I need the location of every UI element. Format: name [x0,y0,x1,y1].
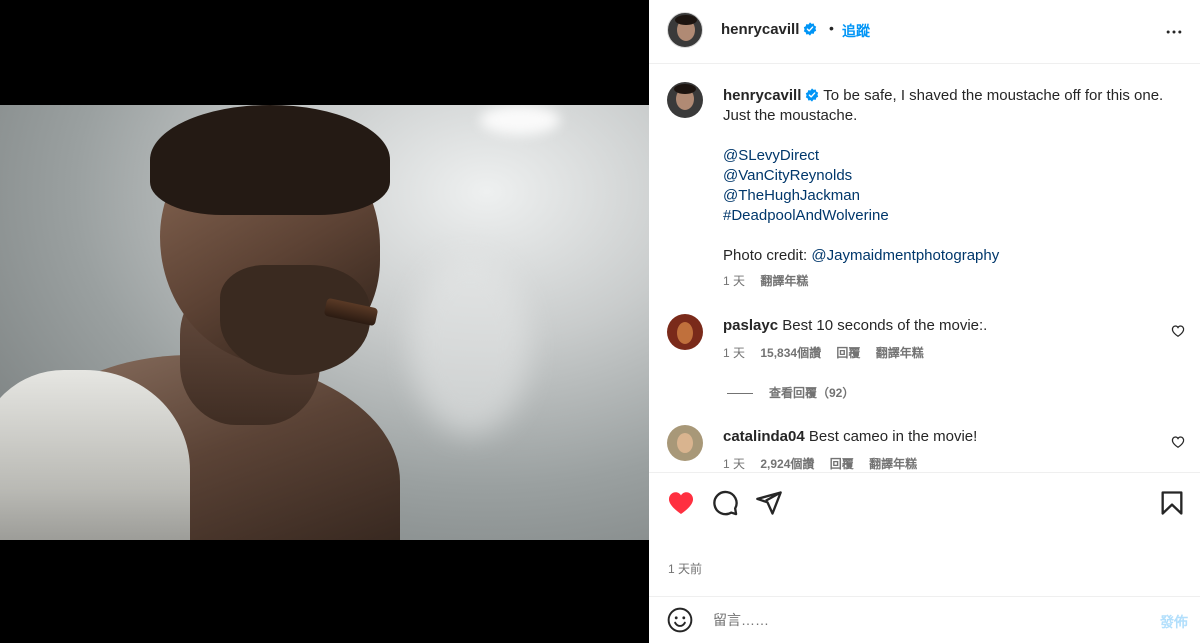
comment-reply-button[interactable]: 回覆 [836,346,860,360]
verified-badge-icon [804,22,817,36]
comment-text: paslayc Best 10 seconds of the movie:. [723,317,987,334]
post-media-pane [0,0,649,643]
commenter-avatar[interactable] [667,425,703,461]
heart-filled-icon[interactable] [667,489,695,517]
comment-reply-button[interactable]: 回覆 [830,457,854,471]
avatar-hair [674,84,696,94]
comment-like-icon[interactable] [1171,324,1185,338]
emoji-icon[interactable] [667,607,693,633]
comment-likes[interactable]: 2,924個讚 [760,457,814,471]
author-avatar[interactable] [667,12,703,48]
avatar-face [677,433,693,453]
caption-translate-button[interactable]: 翻譯年糕 [760,274,808,288]
comment-likes[interactable]: 15,834個讚 [760,346,821,360]
comment-body: Best cameo in the movie! [808,428,978,445]
view-replies-label: 查看回覆（92） [769,386,855,400]
caption-text: henrycavill To be safe, I shaved the mou… [723,86,1183,266]
verified-badge-icon [806,88,819,102]
author-username[interactable]: henrycavill [721,21,817,38]
commenter-username[interactable]: paslayc [723,317,778,334]
photo-hair [150,105,390,215]
comment-text: catalinda04 Best cameo in the movie! [723,428,977,445]
post-actions-bar [649,472,1200,532]
hashtag-link[interactable]: #DeadpoolAndWolverine [723,206,1183,226]
post-photo[interactable] [0,105,649,540]
more-options-icon[interactable] [1164,22,1184,42]
caption-meta: 1 天 翻譯年糕 [723,272,820,289]
comment-translate-button[interactable]: 翻譯年糕 [876,346,924,360]
bookmark-icon[interactable] [1158,489,1186,517]
commenter-avatar[interactable] [667,314,703,350]
photo-smoke [410,255,530,435]
comment-meta: 1 天 2,924個讚 回覆 翻譯年糕 [723,455,929,472]
follow-button[interactable]: 追蹤 [842,21,870,41]
view-replies-button[interactable]: 查看回覆（92） [727,384,854,401]
avatar-hair [675,15,697,25]
caption-username[interactable]: henrycavill [723,87,801,104]
mention-link[interactable]: @VanCityReynolds [723,166,1183,186]
photo-credit-label: Photo credit: [723,247,812,264]
comment-time[interactable]: 1 天 [723,457,745,471]
mention-link[interactable]: @SLevyDirect [723,146,1183,166]
comment-icon[interactable] [711,489,739,517]
post-timestamp[interactable]: 1 天前 [668,560,702,577]
header-separator: • [829,20,834,36]
comment-translate-button[interactable]: 翻譯年糕 [869,457,917,471]
replies-divider [727,393,753,395]
comment-time[interactable]: 1 天 [723,346,745,360]
comment-like-icon[interactable] [1171,435,1185,449]
photo-highlight [480,105,560,135]
comment-input[interactable] [713,609,1133,631]
comment-body: Best 10 seconds of the movie:. [782,317,988,334]
commenter-username[interactable]: catalinda04 [723,428,805,445]
share-icon[interactable] [755,489,783,517]
photo-credit-link[interactable]: @Jaymaidmentphotography [811,247,999,264]
caption-time[interactable]: 1 天 [723,274,745,288]
post-header: henrycavill • 追蹤 [649,0,1200,64]
avatar-face [677,322,693,344]
comments-section[interactable]: henrycavill To be safe, I shaved the mou… [649,65,1200,472]
mention-link[interactable]: @TheHughJackman [723,186,1183,206]
comment-meta: 1 天 15,834個讚 回覆 翻譯年糕 [723,344,936,361]
post-comment-button[interactable]: 發佈 [1160,612,1188,632]
caption-author-avatar[interactable] [667,82,703,118]
add-comment-bar: 發佈 [649,596,1200,643]
post-detail-panel: henrycavill • 追蹤 henrycavill To be safe,… [649,0,1200,643]
